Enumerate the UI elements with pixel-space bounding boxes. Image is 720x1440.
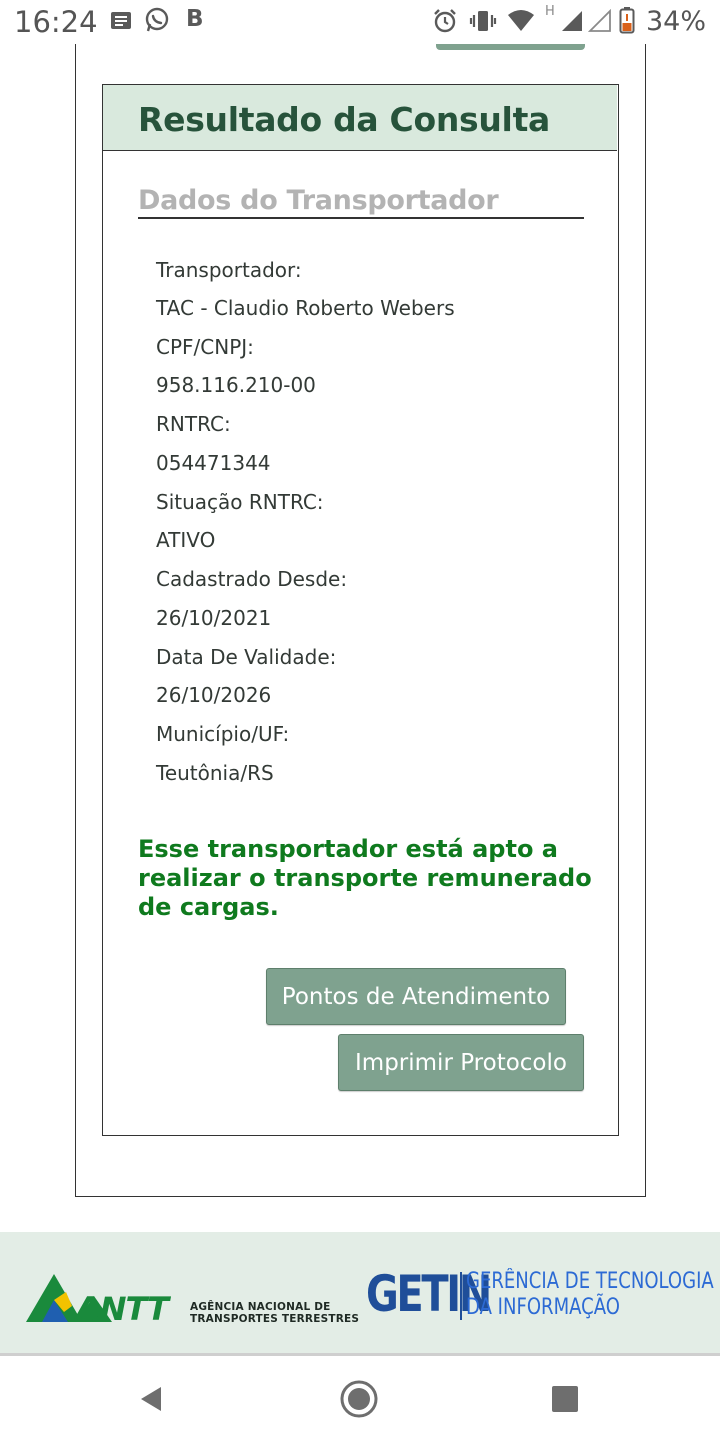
field-label-transportador: Transportador: [156, 258, 302, 282]
field-label-cpf-cnpj: CPF/CNPJ: [156, 335, 254, 359]
getin-caption-line1: GERÊNCIA DE TECNOLOGIA [466, 1269, 714, 1294]
partially-visible-button[interactable] [436, 44, 585, 50]
antt-caption-line2: TRANSPORTES TERRESTRES [190, 1313, 360, 1325]
field-value-cpf-cnpj: 958.116.210-00 [156, 373, 316, 397]
message-icon [110, 10, 132, 37]
getin-divider [460, 1272, 462, 1320]
getin-caption: GERÊNCIA DE TECNOLOGIA DA INFORMAÇÃO [466, 1269, 714, 1321]
status-bar: 16:24 B H 34% [0, 0, 720, 44]
field-value-data-validade: 26/10/2026 [156, 683, 272, 707]
pontos-atendimento-button[interactable]: Pontos de Atendimento [266, 968, 566, 1025]
field-label-municipio-uf: Município/UF: [156, 722, 290, 746]
field-label-rntrc: RNTRC: [156, 412, 231, 436]
field-value-transportador: TAC - Claudio Roberto Webers [156, 296, 455, 320]
section-title: Dados do Transportador [138, 185, 499, 216]
antt-logo-text: ANTT [76, 1290, 169, 1328]
battery-percent: 34% [645, 6, 706, 37]
eligibility-message: Esse transportador está apto a realizar … [138, 835, 592, 921]
antt-caption: AGÊNCIA NACIONAL DE TRANSPORTES TERRESTR… [190, 1301, 359, 1325]
section-divider [138, 217, 584, 219]
wifi-icon [507, 9, 535, 38]
navigation-bar [0, 1359, 720, 1440]
field-value-municipio-uf: Teutônia/RS [156, 761, 274, 785]
recents-icon[interactable] [545, 1379, 585, 1419]
battery-icon [619, 6, 635, 39]
back-icon[interactable] [131, 1379, 171, 1419]
whatsapp-icon [144, 7, 170, 38]
field-value-situacao: ATIVO [156, 528, 216, 552]
b-app-icon: B [186, 6, 204, 32]
field-label-data-validade: Data De Validade: [156, 645, 337, 669]
result-title: Resultado da Consulta [138, 100, 551, 139]
footer: ANTT AGÊNCIA NACIONAL DE TRANSPORTES TER… [0, 1232, 720, 1356]
home-icon[interactable] [339, 1379, 379, 1419]
vibrate-icon [469, 8, 497, 39]
getin-caption-line2: DA INFORMAÇÃO [466, 1295, 620, 1320]
screen: 16:24 B H 34% Resultado da Consulta Dado… [0, 0, 720, 1440]
signal-empty-icon [587, 8, 612, 38]
field-label-cadastrado-desde: Cadastrado Desde: [156, 567, 348, 591]
result-card: Resultado da Consulta Dados do Transport… [102, 84, 619, 1136]
result-header: Resultado da Consulta [103, 85, 617, 151]
field-label-situacao: Situação RNTRC: [156, 490, 324, 514]
signal-h-label: H [545, 4, 555, 19]
signal-h-icon [560, 9, 584, 38]
field-value-rntrc: 054471344 [156, 451, 271, 475]
antt-caption-line1: AGÊNCIA NACIONAL DE [190, 1301, 331, 1313]
field-value-cadastrado-desde: 26/10/2021 [156, 606, 272, 630]
alarm-icon [432, 8, 458, 39]
status-time: 16:24 [14, 5, 98, 39]
imprimir-protocolo-button[interactable]: Imprimir Protocolo [338, 1034, 584, 1091]
